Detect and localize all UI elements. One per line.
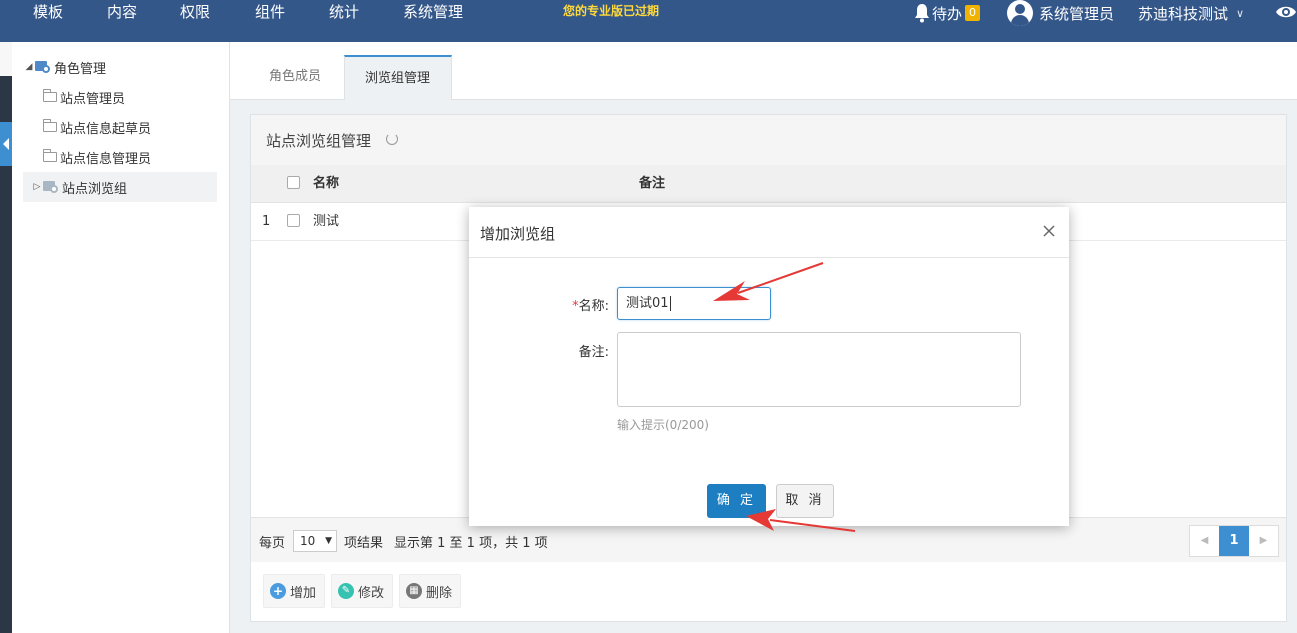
refresh-icon[interactable] [386,133,398,145]
row-index: 1 [262,214,271,229]
per-page-suffix: 项结果 [344,536,384,551]
todo-count-badge: 0 [965,5,981,21]
next-page-icon[interactable]: ▶ [1249,526,1278,556]
role-group-icon [43,181,59,193]
input-hint: 输入提示(0/200) [617,418,709,432]
add-button[interactable]: + 增加 [263,574,326,608]
edit-label: 修改 [358,585,385,601]
cancel-button[interactable]: 取 消 [776,484,834,518]
close-icon[interactable] [1041,223,1057,239]
page-size-select[interactable]: 10 ▼ [293,530,337,552]
trash-icon: ▦ [406,583,422,599]
folder-icon [43,119,57,132]
role-tree-sidebar: ◢ 角色管理 站点管理员 站点信息起草员 站点信息管理员 ▷ 站点浏览组 [12,42,230,633]
tree-item-label: 站点信息管理员 [60,151,152,167]
column-header-name[interactable]: 名称 [313,165,339,203]
current-page[interactable]: 1 [1219,526,1249,556]
add-browse-group-dialog: 增加浏览组 *名称: 测试01 备注: 输入提示(0/200) 确 定 取 消 [469,207,1069,526]
dialog-title: 增加浏览组 [480,225,556,243]
panel-header: 站点浏览组管理 [251,115,1286,165]
table-header: 名称 备注 [251,165,1286,203]
todo-button[interactable]: 待办 0 [914,0,981,26]
name-input-value: 测试01 [626,296,669,311]
user-menu[interactable]: 系统管理员 [1007,0,1114,26]
top-nav-bar: 模板 内容 权限 组件 统计 系统管理 您的专业版已过期 待办 0 系统管理员 … [0,0,1297,42]
remark-field-label: 备注: [578,345,609,360]
nav-system[interactable]: 系统管理 [403,0,463,42]
tabs-bar: 角色成员 浏览组管理 [230,42,1297,100]
expired-notice: 您的专业版已过期 [563,4,660,18]
tree-item-site-browse-group[interactable]: ▷ 站点浏览组 [23,172,217,202]
remark-textarea[interactable] [617,332,1021,407]
caret-down-icon: ▼ [325,536,332,546]
name-field-label: *名称: [567,295,609,314]
tab-browse-group-management[interactable]: 浏览组管理 [344,55,452,100]
tree-root-role-management[interactable]: ◢ 角色管理 [23,52,217,82]
left-edge-top [0,42,12,76]
row-checkbox[interactable] [287,214,300,227]
delete-label: 删除 [426,585,453,601]
name-label-text: 名称: [578,299,609,314]
tree-item-label: 站点信息起草员 [60,121,152,137]
nav-permission[interactable]: 权限 [180,0,210,42]
action-bar: + 增加 ✎ 修改 ▦ 删除 [251,562,1286,621]
role-group-icon [35,61,51,73]
tree-item-site-info-admin[interactable]: 站点信息管理员 [23,142,217,172]
tree-item-label: 站点管理员 [60,91,126,107]
caret-right-icon[interactable]: ▷ [31,182,43,192]
confirm-button[interactable]: 确 定 [707,484,766,518]
avatar [1007,0,1033,26]
dialog-header: 增加浏览组 [469,207,1069,258]
eye-icon[interactable] [1275,4,1297,20]
add-label: 增加 [290,585,317,601]
tab-role-members[interactable]: 角色成员 [249,55,341,100]
row-name: 测试 [313,214,340,229]
folder-icon [43,149,57,162]
text-cursor [669,296,671,311]
pagination: ◀ 1 ▶ [1189,525,1279,557]
folder-icon [43,89,57,102]
user-name: 系统管理员 [1039,4,1115,23]
nav-content[interactable]: 内容 [107,0,137,42]
delete-button[interactable]: ▦ 删除 [399,574,462,608]
edit-icon: ✎ [338,583,354,599]
bell-icon [915,4,929,23]
prev-page-icon[interactable]: ◀ [1190,526,1219,556]
nav-component[interactable]: 组件 [255,0,285,42]
company-switcher[interactable]: 苏迪科技测试 ∨ [1138,0,1244,26]
company-name: 苏迪科技测试 [1138,4,1229,23]
per-page-label: 每页 [259,536,286,551]
tree-item-label: 站点浏览组 [62,181,128,197]
collapse-sidebar-toggle[interactable] [0,122,12,166]
todo-label: 待办 [932,4,963,23]
chevron-down-icon: ∨ [1236,6,1245,20]
pagination-summary: 显示第 1 至 1 项，共 1 项 [394,536,548,551]
column-header-remark[interactable]: 备注 [639,165,665,203]
select-all-checkbox[interactable] [287,176,300,189]
tree-item-site-drafter[interactable]: 站点信息起草员 [23,112,217,142]
tree-root-label: 角色管理 [54,61,107,77]
nav-statistics[interactable]: 统计 [329,0,359,42]
panel-title: 站点浏览组管理 [266,132,372,150]
page-size-value: 10 [300,534,316,548]
name-input[interactable]: 测试01 [617,287,771,320]
nav-template[interactable]: 模板 [33,0,63,42]
caret-down-icon[interactable]: ◢ [23,62,35,72]
tree-item-site-admin[interactable]: 站点管理员 [23,82,217,112]
edit-button[interactable]: ✎ 修改 [331,574,394,608]
plus-icon: + [270,583,286,599]
